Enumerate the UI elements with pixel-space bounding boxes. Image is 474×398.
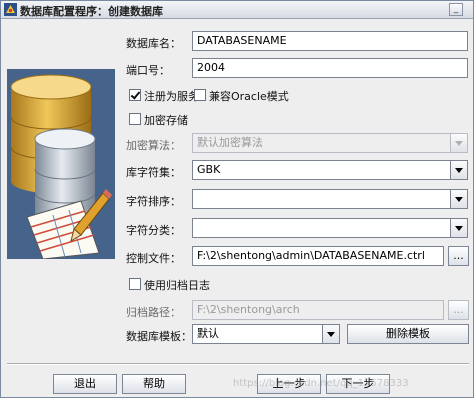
chevron-down-icon[interactable] bbox=[322, 325, 339, 343]
chevron-down-icon[interactable] bbox=[450, 219, 467, 237]
database-illustration bbox=[7, 69, 115, 259]
archive-log-checkbox[interactable] bbox=[129, 278, 141, 290]
oracle-compat-label: 兼容Oracle模式 bbox=[209, 90, 289, 103]
charset-label: 库字符集： bbox=[126, 166, 181, 179]
archive-path-browse-button[interactable]: ... bbox=[448, 300, 469, 320]
chevron-down-icon[interactable] bbox=[450, 190, 467, 208]
db-name-label: 数据库名： bbox=[126, 37, 181, 50]
encrypt-algo-select[interactable]: 默认加密算法 bbox=[192, 133, 468, 153]
char-class-select[interactable] bbox=[192, 218, 468, 238]
encrypt-storage-label: 加密存储 bbox=[144, 114, 188, 127]
database-stack-icon bbox=[7, 69, 115, 259]
template-select[interactable]: 默认 bbox=[192, 324, 340, 344]
charset-value: GBK bbox=[197, 163, 221, 176]
oracle-compat-checkbox[interactable] bbox=[194, 89, 206, 101]
chevron-down-icon[interactable] bbox=[450, 134, 467, 152]
footer-divider bbox=[7, 363, 469, 365]
app-icon bbox=[4, 3, 17, 16]
collation-select[interactable] bbox=[192, 189, 468, 209]
help-button[interactable]: 帮助 bbox=[122, 374, 186, 394]
char-class-label: 字符分类： bbox=[126, 224, 181, 237]
chevron-down-icon[interactable] bbox=[450, 161, 467, 179]
charset-select[interactable]: GBK bbox=[192, 160, 468, 180]
encrypt-algo-label: 加密算法： bbox=[126, 139, 181, 152]
delete-template-button[interactable]: 删除模板 bbox=[347, 324, 469, 344]
register-service-label: 注册为服务 bbox=[144, 90, 199, 103]
encrypt-storage-checkbox[interactable] bbox=[129, 113, 141, 125]
db-name-input[interactable]: DATABASENAME bbox=[192, 31, 468, 51]
port-label: 端口号： bbox=[126, 64, 170, 77]
archive-log-label: 使用归档日志 bbox=[144, 279, 210, 292]
window-title: 数据库配置程序：创建数据库 bbox=[20, 5, 163, 18]
register-service-checkbox[interactable] bbox=[129, 89, 141, 101]
archive-path-input[interactable]: F:\2\shentong\arch bbox=[192, 300, 444, 320]
archive-path-label: 归档路径： bbox=[126, 306, 181, 319]
port-input[interactable]: 2004 bbox=[192, 58, 468, 78]
watermark-text: https://blog.csdn.net/qq_17578333 bbox=[233, 378, 409, 389]
encrypt-algo-value: 默认加密算法 bbox=[197, 136, 263, 149]
control-file-input[interactable]: F:\2\shentong\admin\DATABASENAME.ctrl bbox=[192, 246, 444, 266]
title-bar[interactable]: 数据库配置程序：创建数据库 _ bbox=[1, 1, 473, 19]
template-label: 数据库模板： bbox=[126, 330, 192, 343]
collation-label: 字符排序： bbox=[126, 195, 181, 208]
control-file-label: 控制文件： bbox=[126, 252, 181, 265]
exit-button[interactable]: 退出 bbox=[53, 374, 117, 394]
control-file-browse-button[interactable]: ... bbox=[448, 246, 469, 266]
dialog-window: 数据库配置程序：创建数据库 _ 数据库名： DATABASENAME 端口号： … bbox=[0, 0, 474, 398]
template-value: 默认 bbox=[197, 327, 219, 340]
minimize-button[interactable]: _ bbox=[449, 3, 463, 16]
